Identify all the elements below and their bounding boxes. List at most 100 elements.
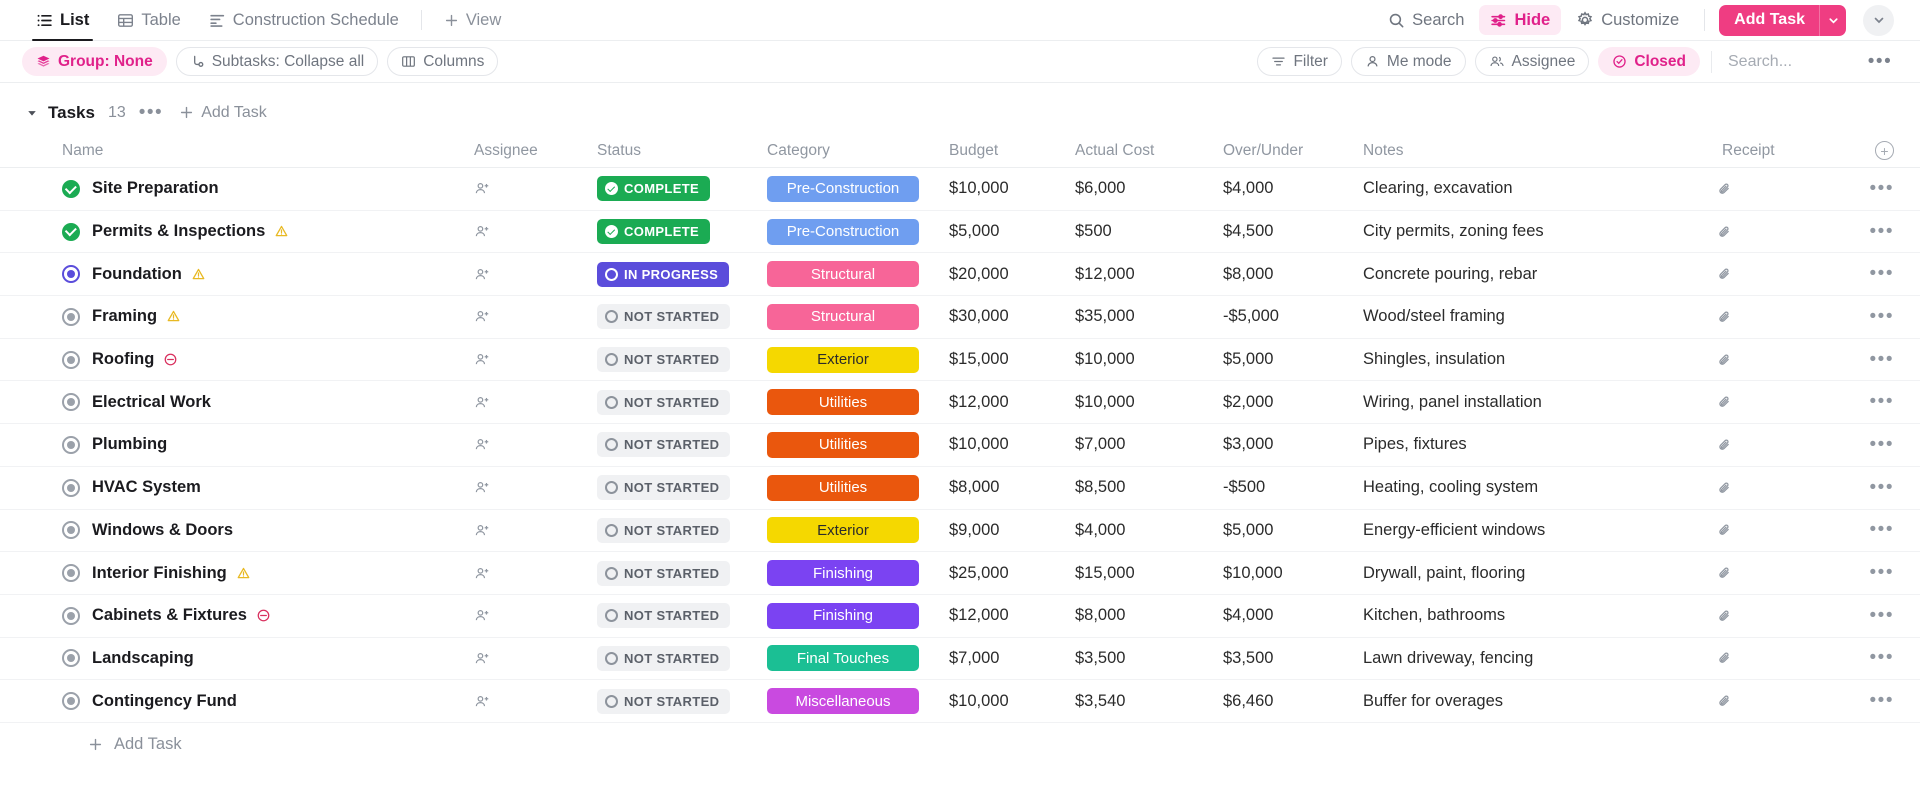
- row-actions-cell[interactable]: •••: [1846, 264, 1894, 283]
- paperclip-icon[interactable]: [1717, 693, 1733, 709]
- task-name-cell[interactable]: Cabinets & Fixtures: [62, 606, 474, 625]
- over-under-cell[interactable]: -$500: [1223, 478, 1363, 497]
- row-more-button[interactable]: •••: [1870, 222, 1894, 241]
- add-assignee-icon[interactable]: [474, 180, 491, 197]
- task-name-cell[interactable]: Plumbing: [62, 435, 474, 454]
- task-name-label[interactable]: Contingency Fund: [92, 692, 237, 711]
- category-badge[interactable]: Pre-Construction: [767, 175, 919, 202]
- task-status-circle-icon[interactable]: [62, 478, 80, 497]
- status-badge[interactable]: NOT STARTED: [597, 688, 731, 714]
- table-row[interactable]: Foundation IN PROGRESS Structural $20,000 $1…: [0, 253, 1920, 297]
- receipt-cell[interactable]: [1716, 437, 1846, 453]
- blocked-circle-icon[interactable]: [256, 608, 271, 623]
- assignee-cell[interactable]: [474, 650, 597, 667]
- add-assignee-icon[interactable]: [474, 266, 491, 283]
- status-cell[interactable]: NOT STARTED: [597, 688, 767, 714]
- actual-cost-cell[interactable]: $35,000: [1075, 307, 1223, 326]
- task-name-label[interactable]: Windows & Doors: [92, 521, 233, 540]
- actual-cost-cell[interactable]: $8,000: [1075, 606, 1223, 625]
- status-cell[interactable]: NOT STARTED: [597, 347, 767, 373]
- task-name-label[interactable]: Landscaping: [92, 649, 194, 668]
- category-badge[interactable]: Exterior: [767, 346, 919, 373]
- category-cell[interactable]: Utilities: [767, 431, 949, 458]
- category-badge[interactable]: Structural: [767, 303, 919, 330]
- over-under-cell[interactable]: $6,460: [1223, 692, 1363, 711]
- warning-triangle-icon[interactable]: [236, 566, 251, 581]
- status-cell[interactable]: COMPLETE: [597, 219, 767, 245]
- row-actions-cell[interactable]: •••: [1846, 648, 1894, 667]
- actual-cost-cell[interactable]: $4,000: [1075, 521, 1223, 540]
- task-group-more-button[interactable]: •••: [139, 103, 163, 122]
- actual-cost-cell[interactable]: $3,500: [1075, 649, 1223, 668]
- task-name-cell[interactable]: Permits & Inspections: [62, 222, 474, 241]
- category-cell[interactable]: Pre-Construction: [767, 218, 949, 245]
- assignee-cell[interactable]: [474, 351, 597, 368]
- table-row[interactable]: Permits & Inspections COMPLETE Pre-Constru…: [0, 211, 1920, 254]
- budget-cell[interactable]: $12,000: [949, 606, 1075, 625]
- add-assignee-icon[interactable]: [474, 522, 491, 539]
- notes-cell[interactable]: Kitchen, bathrooms: [1363, 606, 1716, 625]
- receipt-cell[interactable]: [1716, 522, 1846, 538]
- warning-triangle-icon[interactable]: [191, 267, 206, 282]
- task-name-cell[interactable]: Landscaping: [62, 649, 474, 668]
- actual-cost-cell[interactable]: $6,000: [1075, 179, 1223, 198]
- category-badge[interactable]: Pre-Construction: [767, 218, 919, 245]
- paperclip-icon[interactable]: [1717, 394, 1733, 410]
- status-badge[interactable]: COMPLETE: [597, 219, 711, 245]
- over-under-cell[interactable]: $8,000: [1223, 265, 1363, 284]
- column-header-category[interactable]: Category: [767, 142, 949, 160]
- assignee-cell[interactable]: [474, 436, 597, 453]
- task-name-cell[interactable]: Roofing: [62, 350, 474, 369]
- task-status-circle-icon[interactable]: [62, 265, 80, 284]
- collapse-group-caret-icon[interactable]: [22, 103, 42, 123]
- row-actions-cell[interactable]: •••: [1846, 520, 1894, 539]
- row-more-button[interactable]: •••: [1870, 648, 1894, 667]
- notes-cell[interactable]: Pipes, fixtures: [1363, 435, 1716, 454]
- row-more-button[interactable]: •••: [1870, 307, 1894, 326]
- receipt-cell[interactable]: [1716, 650, 1846, 666]
- paperclip-icon[interactable]: [1717, 224, 1733, 240]
- customize-button[interactable]: Customize: [1565, 5, 1690, 35]
- assignee-cell[interactable]: [474, 565, 597, 582]
- table-row[interactable]: HVAC System NOT STARTED Utilities $8,000 $8,…: [0, 467, 1920, 510]
- category-cell[interactable]: Structural: [767, 303, 949, 330]
- footer-add-task-button[interactable]: Add Task: [0, 723, 1920, 767]
- row-more-button[interactable]: •••: [1870, 264, 1894, 283]
- column-header-name[interactable]: Name: [62, 142, 474, 160]
- status-badge[interactable]: COMPLETE: [597, 176, 711, 202]
- status-badge[interactable]: NOT STARTED: [597, 560, 731, 586]
- budget-cell[interactable]: $9,000: [949, 521, 1075, 540]
- paperclip-icon[interactable]: [1717, 181, 1733, 197]
- status-cell[interactable]: NOT STARTED: [597, 517, 767, 543]
- category-badge[interactable]: Exterior: [767, 517, 919, 544]
- receipt-cell[interactable]: [1716, 181, 1846, 197]
- add-task-caret-icon[interactable]: [1819, 4, 1846, 36]
- category-badge[interactable]: Miscellaneous: [767, 688, 919, 715]
- add-assignee-icon[interactable]: [474, 607, 491, 624]
- over-under-cell[interactable]: $2,000: [1223, 393, 1363, 412]
- category-badge[interactable]: Finishing: [767, 602, 919, 629]
- task-status-circle-icon[interactable]: [62, 692, 80, 711]
- task-name-label[interactable]: HVAC System: [92, 478, 201, 497]
- add-assignee-icon[interactable]: [474, 351, 491, 368]
- row-actions-cell[interactable]: •••: [1846, 222, 1894, 241]
- receipt-cell[interactable]: [1716, 224, 1846, 240]
- category-cell[interactable]: Miscellaneous: [767, 688, 949, 715]
- table-row[interactable]: Site Preparation COMPLETE Pre-Construction…: [0, 168, 1920, 211]
- assignee-chip[interactable]: Assignee: [1474, 47, 1590, 76]
- category-cell[interactable]: Utilities: [767, 389, 949, 416]
- status-badge[interactable]: IN PROGRESS: [597, 261, 730, 287]
- receipt-cell[interactable]: [1716, 608, 1846, 624]
- column-header-status[interactable]: Status: [597, 142, 767, 160]
- budget-cell[interactable]: $8,000: [949, 478, 1075, 497]
- budget-cell[interactable]: $20,000: [949, 265, 1075, 284]
- category-badge[interactable]: Utilities: [767, 431, 919, 458]
- row-actions-cell[interactable]: •••: [1846, 392, 1894, 411]
- category-cell[interactable]: Finishing: [767, 602, 949, 629]
- row-actions-cell[interactable]: •••: [1846, 179, 1894, 198]
- table-row[interactable]: Roofing NOT STARTED Exterior $15,000 $10,000…: [0, 339, 1920, 382]
- tab-construction-schedule[interactable]: Construction Schedule: [195, 0, 413, 40]
- task-name-label[interactable]: Framing: [92, 307, 157, 326]
- assignee-cell[interactable]: [474, 180, 597, 197]
- status-badge[interactable]: NOT STARTED: [597, 304, 731, 330]
